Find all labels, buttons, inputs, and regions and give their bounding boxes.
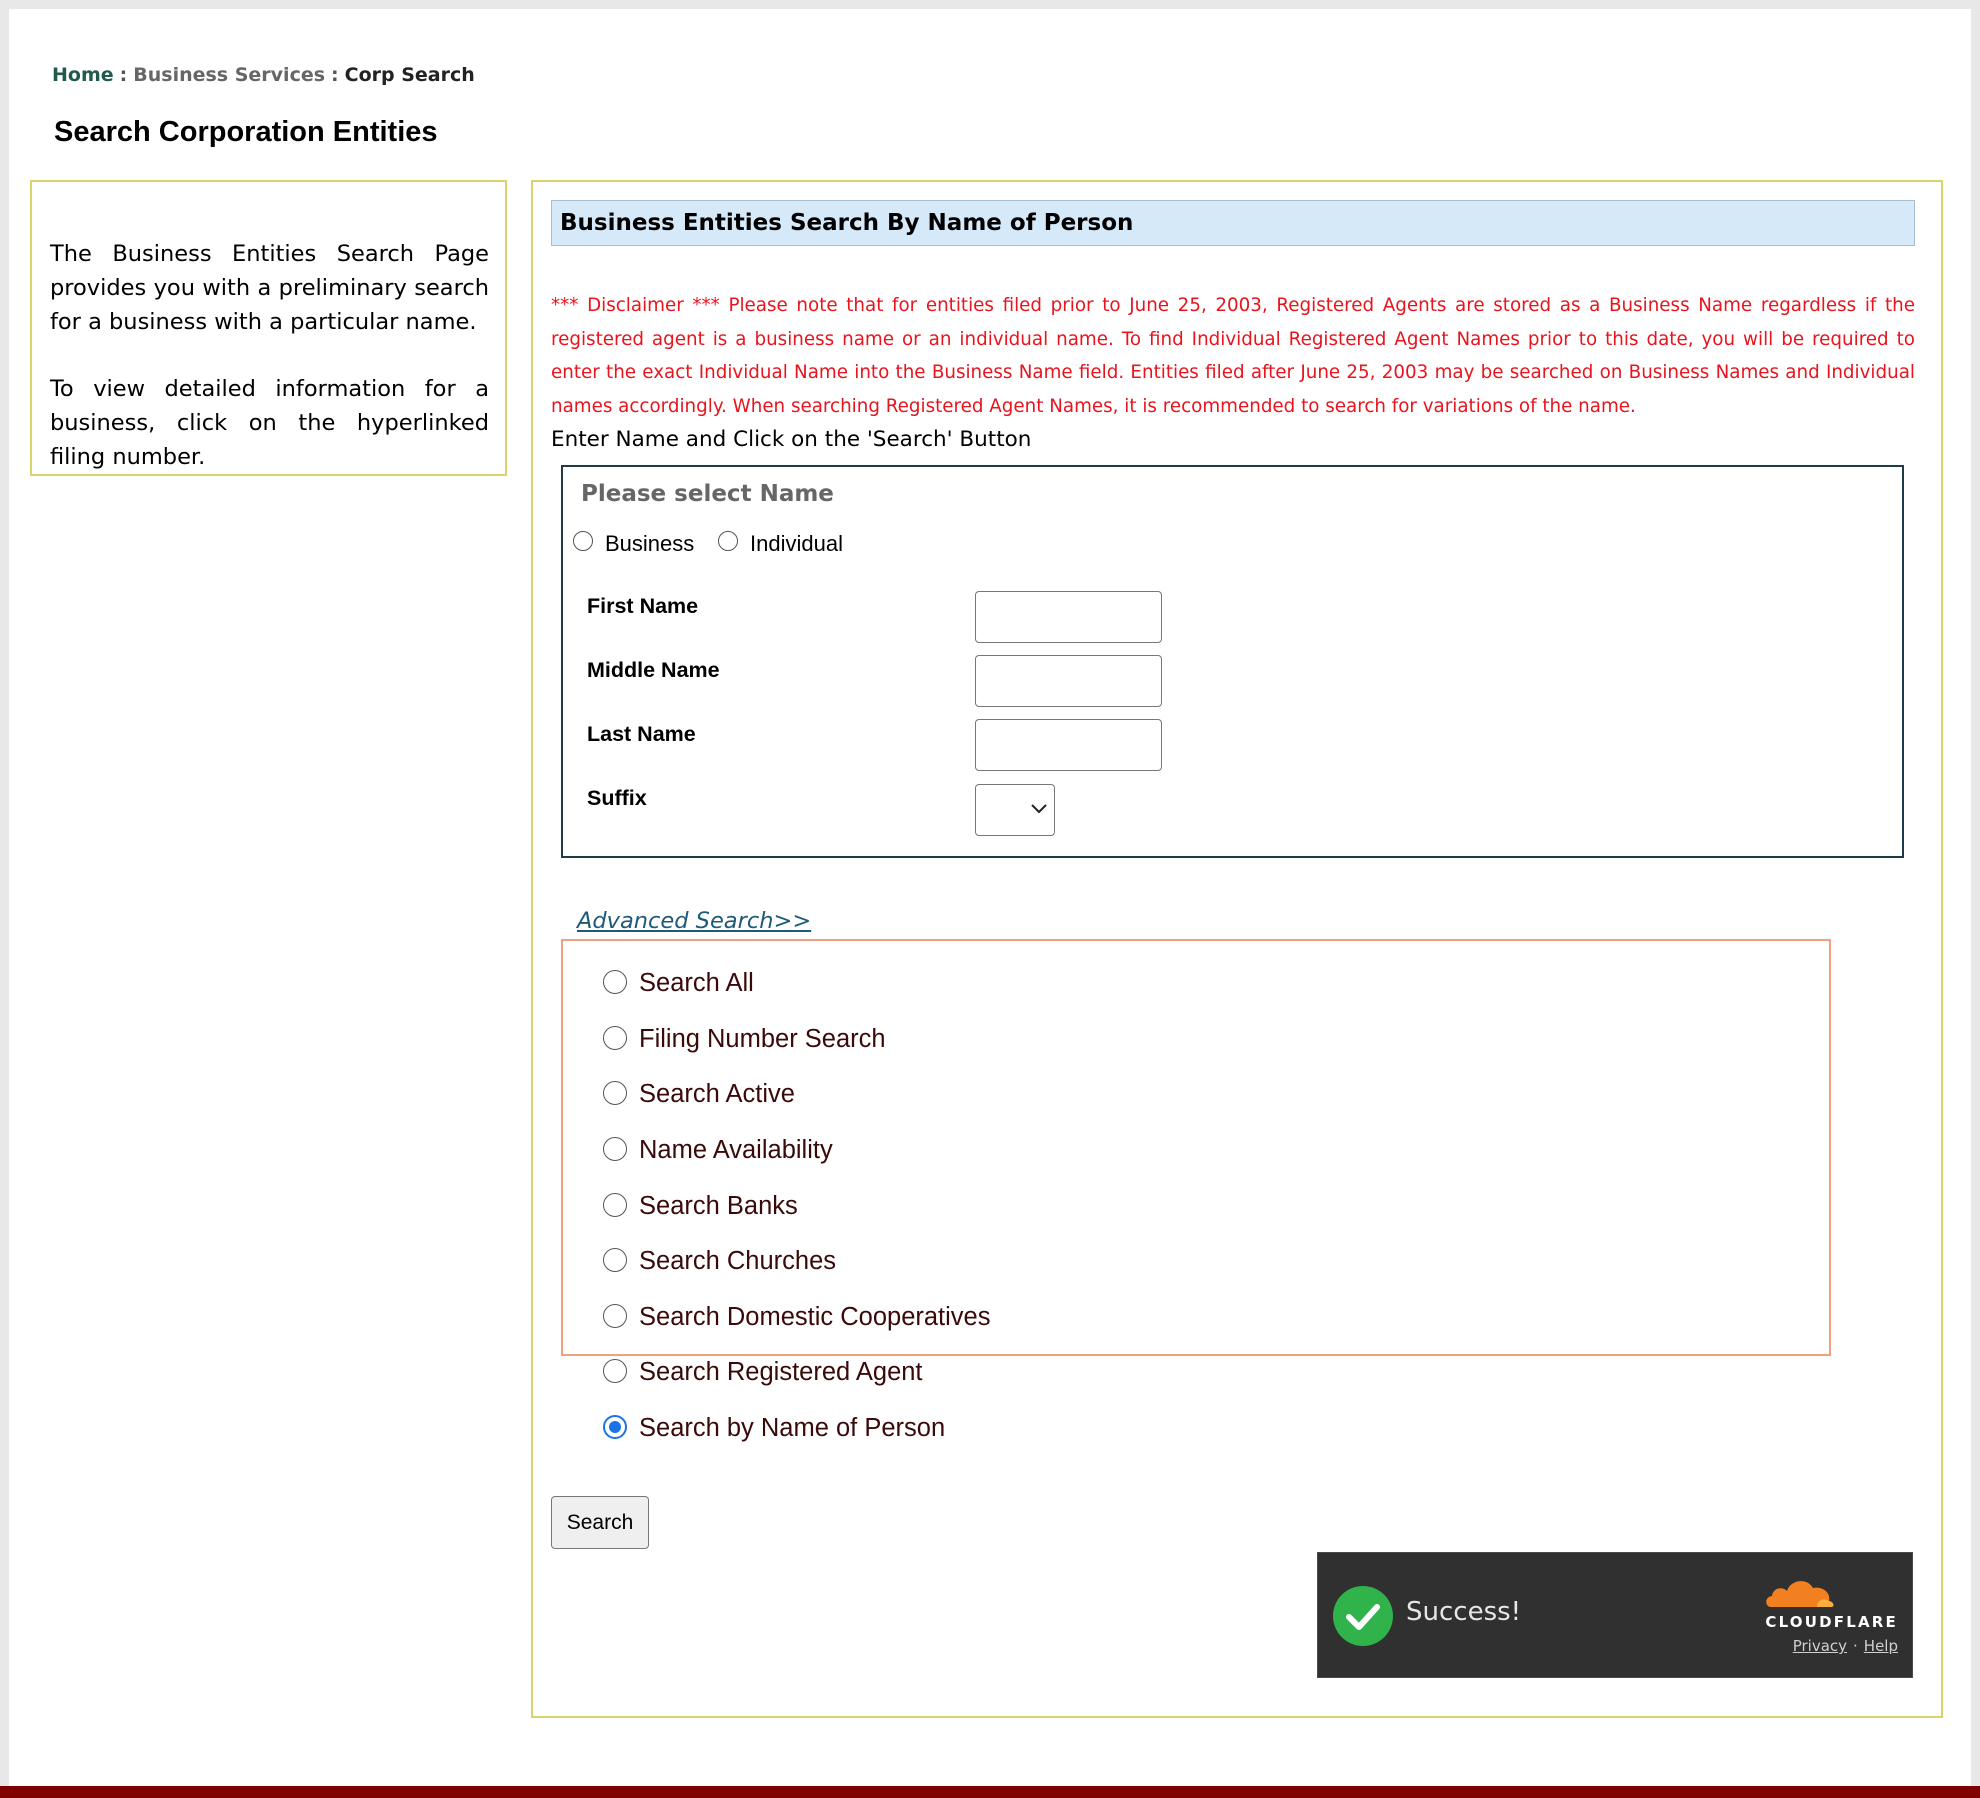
info-paragraph-1: The Business Entities Search Page provid… (50, 241, 489, 335)
search-banks-radio[interactable] (603, 1192, 627, 1217)
filing-number-search-label: Filing Number Search (639, 1025, 886, 1053)
page: Home: Business Services: Corp Search Searc… (9, 9, 1971, 1798)
info-paragraph-2: To view detailed information for a busin… (50, 376, 489, 470)
advanced-search-options: Search All Filing Number Search Search A… (561, 939, 1831, 1442)
search-churches-label: Search Churches (639, 1247, 837, 1275)
disclaimer-text: *** Disclaimer *** Please note that for … (551, 295, 1915, 417)
breadcrumb-separator: : (331, 64, 339, 86)
business-radio[interactable] (573, 531, 593, 551)
suffix-select[interactable] (975, 784, 1055, 836)
breadcrumb: Home: Business Services: Corp Search (52, 64, 475, 86)
name-availability-radio[interactable] (603, 1136, 627, 1161)
search-active-option[interactable]: Search Active (603, 1080, 795, 1109)
individual-radio-label: Individual (750, 531, 843, 556)
suffix-label: Suffix (587, 786, 647, 810)
footer-bar (0, 1786, 1980, 1798)
captcha-links: Privacy · Help (1793, 1637, 1898, 1655)
page-title: Search Corporation Entities (54, 116, 438, 148)
name-availability-option[interactable]: Name Availability (603, 1136, 833, 1165)
first-name-input[interactable] (975, 591, 1162, 643)
search-active-radio[interactable] (603, 1080, 627, 1105)
info-panel: The Business Entities Search Page provid… (30, 180, 507, 476)
search-banks-option[interactable]: Search Banks (603, 1192, 798, 1221)
success-check-icon (1333, 1586, 1393, 1646)
search-panel: Business Entities Search By Name of Pers… (531, 180, 1943, 1718)
search-churches-option[interactable]: Search Churches (603, 1247, 836, 1276)
breadcrumb-current: Corp Search (344, 64, 475, 86)
instruction-text: Enter Name and Click on the 'Search' But… (551, 427, 1032, 452)
search-active-label: Search Active (639, 1080, 795, 1108)
business-radio-option[interactable]: Business (573, 525, 694, 557)
first-name-label: First Name (587, 594, 699, 618)
breadcrumb-services-link[interactable]: Business Services (133, 64, 325, 86)
business-radio-label: Business (605, 531, 695, 556)
search-domestic-cooperatives-label: Search Domestic Cooperatives (639, 1303, 991, 1331)
search-registered-agent-radio[interactable] (603, 1358, 627, 1383)
search-domestic-cooperatives-radio[interactable] (603, 1303, 627, 1328)
link-separator: · (1853, 1637, 1858, 1655)
last-name-label: Last Name (587, 722, 696, 746)
section-header: Business Entities Search By Name of Pers… (551, 200, 1915, 246)
individual-radio-option[interactable]: Individual (718, 525, 843, 557)
cloudflare-logo-text: CLOUDFLARE (1765, 1613, 1898, 1631)
search-all-option[interactable]: Search All (603, 969, 754, 998)
search-all-radio[interactable] (603, 969, 627, 994)
middle-name-input[interactable] (975, 655, 1162, 707)
last-name-input[interactable] (975, 719, 1162, 771)
search-banks-label: Search Banks (639, 1192, 798, 1220)
search-registered-agent-label: Search Registered Agent (639, 1358, 923, 1386)
captcha-status: Success! (1406, 1597, 1522, 1627)
middle-name-label: Middle Name (587, 658, 720, 682)
search-registered-agent-option[interactable]: Search Registered Agent (603, 1358, 923, 1387)
individual-radio[interactable] (718, 531, 738, 551)
search-by-name-of-person-label: Search by Name of Person (639, 1414, 946, 1442)
breadcrumb-separator: : (119, 64, 128, 86)
help-link[interactable]: Help (1864, 1637, 1898, 1655)
search-domestic-cooperatives-option[interactable]: Search Domestic Cooperatives (603, 1303, 990, 1332)
search-by-name-of-person-option[interactable]: Search by Name of Person (603, 1414, 945, 1443)
search-button[interactable]: Search (551, 1496, 649, 1549)
name-availability-label: Name Availability (639, 1136, 833, 1164)
chevron-down-icon (1031, 804, 1047, 814)
cloudflare-cloud-icon (1766, 1581, 1834, 1607)
captcha-widget: Success! CLOUDFLARE Privacy · Help (1317, 1552, 1913, 1678)
filing-number-search-radio[interactable] (603, 1025, 627, 1050)
filing-number-search-option[interactable]: Filing Number Search (603, 1025, 886, 1054)
name-legend: Please select Name (581, 481, 834, 507)
name-fieldset: Please select Name Business Individual F… (561, 465, 1904, 858)
breadcrumb-home-link[interactable]: Home (52, 64, 114, 86)
search-churches-radio[interactable] (603, 1247, 627, 1272)
advanced-search-link[interactable]: Advanced Search>> (577, 908, 811, 934)
privacy-link[interactable]: Privacy (1793, 1637, 1847, 1655)
search-all-label: Search All (639, 969, 754, 997)
search-by-name-of-person-radio[interactable] (603, 1414, 627, 1439)
